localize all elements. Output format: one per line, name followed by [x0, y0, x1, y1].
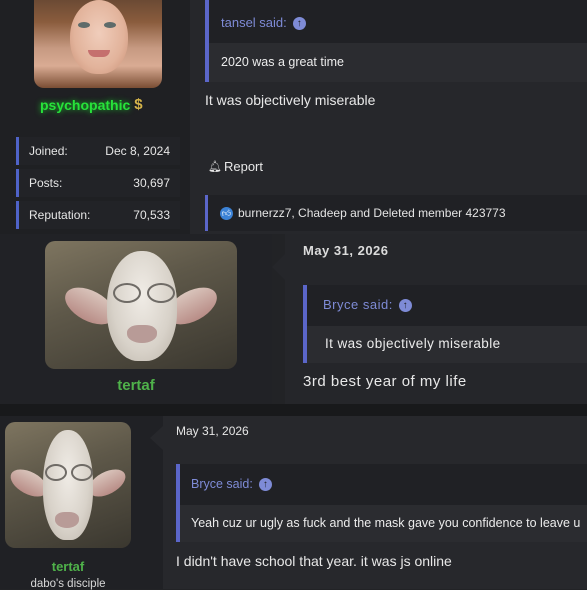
arrow-up-icon[interactable]: ↑	[258, 478, 272, 492]
quote-text: 2020 was a great time	[209, 43, 587, 82]
arrow-up-icon[interactable]: ↑	[398, 299, 412, 313]
bell-icon: 🔔︎	[208, 161, 222, 173]
stat-reputation: Reputation: 70,533	[16, 201, 180, 229]
post3-avatar[interactable]	[5, 422, 131, 548]
post3-pointer	[150, 426, 163, 450]
stat-label: Joined:	[29, 144, 68, 158]
quote-text: Yeah cuz ur ugly as fuck and the mask ga…	[180, 505, 587, 542]
post3-body: I didn't have school that year. it was j…	[176, 553, 452, 569]
arrow-up-icon[interactable]: ↑	[292, 17, 306, 31]
stat-label: Posts:	[29, 176, 63, 190]
post3-username[interactable]: tertaf	[0, 559, 136, 574]
report-link[interactable]: 🔔︎ Report	[208, 159, 263, 174]
stat-value: Dec 8, 2024	[105, 144, 170, 158]
post1-user-panel: psychopathic $ Joined: Dec 8, 2024 Posts…	[0, 0, 190, 234]
quote-header[interactable]: Bryce said: ↑	[191, 477, 272, 492]
quote-header[interactable]: tansel said: ↑	[221, 15, 306, 31]
post3-quote: Bryce said: ↑ Yeah cuz ur ugly as fuck an…	[176, 464, 587, 542]
stat-posts: Posts: 30,697	[16, 169, 180, 197]
post2-username[interactable]: tertaf	[0, 377, 272, 394]
reactions-text[interactable]: burnerzz7, Chadeep and Deleted member 42…	[238, 206, 506, 220]
post2-avatar[interactable]	[45, 241, 237, 369]
post1-avatar[interactable]	[34, 0, 162, 88]
quote-text: It was objectively miserable	[307, 326, 587, 363]
quote-header[interactable]: Bryce said: ↑	[323, 297, 412, 313]
post1-body: It was objectively miserable	[205, 92, 376, 108]
post2-user-panel: tertaf	[0, 234, 272, 404]
dollar-icon: $	[134, 96, 143, 113]
post1-quote: tansel said: ↑ 2020 was a great time	[205, 0, 587, 82]
post2-body: 3rd best year of my life	[303, 373, 467, 390]
post2-pointer	[272, 254, 285, 280]
report-label[interactable]: Report	[224, 159, 263, 174]
stat-value: 30,697	[133, 176, 170, 190]
post3-content: May 31, 2026 Bryce said: ↑ Yeah cuz ur ug…	[163, 416, 587, 589]
post3-user-title: dabo's disciple	[30, 578, 106, 590]
reactions-bar[interactable]: 👍︎ burnerzz7, Chadeep and Deleted member…	[205, 195, 587, 231]
post1-content: tansel said: ↑ 2020 was a great time It w…	[190, 0, 587, 234]
quote-author[interactable]: Bryce said:	[323, 297, 393, 312]
stat-value: 70,533	[133, 208, 170, 222]
quote-author[interactable]: Bryce said:	[191, 477, 253, 491]
post2-date[interactable]: May 31, 2026	[303, 243, 389, 258]
stat-label: Reputation:	[29, 208, 91, 222]
post3-date[interactable]: May 31, 2026	[176, 424, 249, 438]
quote-author[interactable]: tansel said:	[221, 15, 287, 30]
post2-quote: Bryce said: ↑ It was objectively miserabl…	[303, 285, 587, 363]
post2-content: May 31, 2026 Bryce said: ↑ It was objecti…	[285, 234, 587, 404]
like-icon: 👍︎	[220, 206, 233, 220]
post3-user-panel: tertaf dabo's disciple	[0, 416, 163, 590]
post1-username[interactable]: psychopathic	[40, 97, 130, 113]
post-divider	[0, 404, 587, 416]
stat-joined: Joined: Dec 8, 2024	[16, 137, 180, 165]
